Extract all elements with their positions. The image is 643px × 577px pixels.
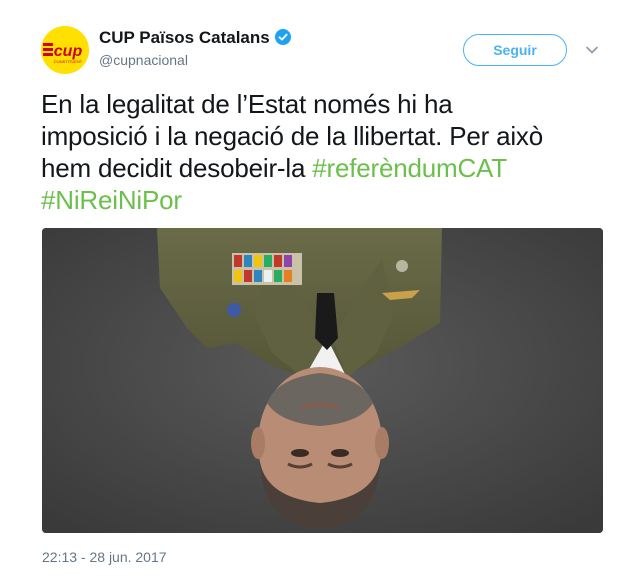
hashtag-link[interactable]: #NiReiNiPor bbox=[41, 185, 182, 215]
tweet-photo[interactable] bbox=[42, 228, 603, 533]
tweet-text-line: hem decidit desobeir-la #referèndumCAT bbox=[41, 152, 621, 184]
cup-logo-icon: cup CONSTITUENT bbox=[41, 26, 89, 74]
chevron-down-icon[interactable] bbox=[584, 42, 600, 58]
account-name-text[interactable]: CUP Països Catalans bbox=[99, 28, 270, 47]
avatar-text: cup bbox=[54, 43, 83, 60]
verified-badge-icon bbox=[274, 29, 291, 45]
profile-avatar[interactable]: cup CONSTITUENT bbox=[41, 26, 89, 74]
account-name[interactable]: CUP Països Catalans bbox=[99, 28, 291, 48]
account-handle[interactable]: @cupnacional bbox=[99, 52, 188, 68]
tweet-text-line: En la legalitat de l’Estat només hi ha bbox=[41, 89, 453, 119]
tweet-text-fragment: hem decidit desobeir-la bbox=[41, 153, 313, 183]
follow-button[interactable]: Seguir bbox=[463, 34, 567, 66]
tweet-text: En la legalitat de l’Estat només hi ha i… bbox=[41, 88, 621, 216]
tweet-text-line: #NiReiNiPor bbox=[41, 184, 621, 216]
tweet-text-line: imposició i la negació de la llibertat. … bbox=[41, 121, 543, 151]
hashtag-link[interactable]: #referèndumCAT bbox=[312, 153, 507, 183]
upside-down-portrait-image bbox=[42, 228, 603, 533]
tweet-card: cup CONSTITUENT CUP Països Catalans @cup… bbox=[0, 0, 643, 577]
tweet-timestamp[interactable]: 22:13 - 28 jun. 2017 bbox=[42, 549, 167, 565]
avatar-subtext: CONSTITUENT bbox=[54, 59, 83, 64]
